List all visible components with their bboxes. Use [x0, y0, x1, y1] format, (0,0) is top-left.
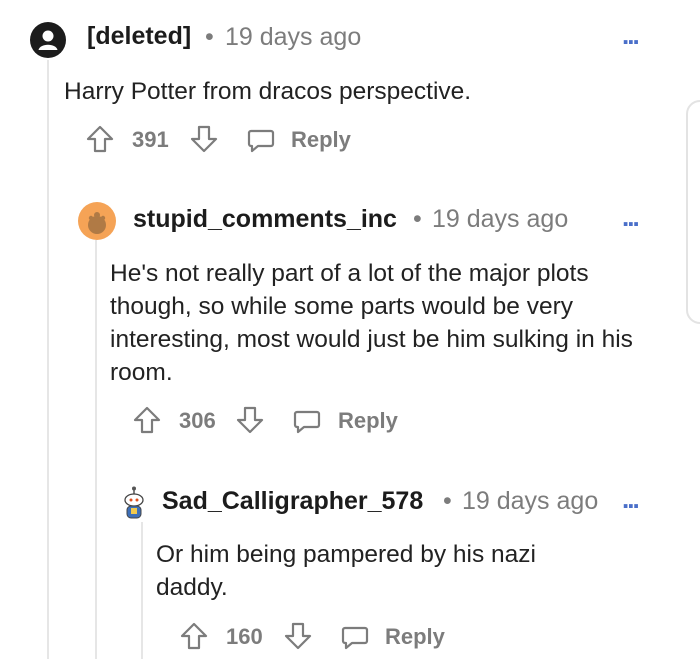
side-panel-edge: [686, 100, 700, 324]
comment-body: Harry Potter from dracos perspective.: [64, 78, 472, 105]
thread-line[interactable]: [95, 240, 97, 659]
meta-separator: •: [413, 205, 422, 233]
comment-body: He's not really part of a lot of the maj…: [110, 260, 633, 386]
snoo-avatar-icon[interactable]: [121, 486, 147, 522]
more-options-button[interactable]: ...: [622, 486, 640, 512]
comment-username[interactable]: stupid_comments_inc: [133, 205, 397, 234]
meta-separator: •: [443, 487, 452, 515]
meta-separator: •: [205, 23, 214, 51]
reply-bubble-icon[interactable]: [340, 622, 370, 652]
vote-count: 391: [132, 127, 169, 152]
upvote-icon[interactable]: [179, 621, 209, 651]
comment-timestamp[interactable]: 19 days ago: [462, 487, 598, 516]
reply-button[interactable]: Reply: [291, 127, 351, 153]
upvote-icon[interactable]: [132, 405, 162, 435]
downvote-icon[interactable]: [189, 124, 219, 154]
vote-count: 160: [226, 624, 263, 649]
reply-bubble-icon[interactable]: [292, 406, 322, 436]
vote-count: 306: [179, 408, 216, 433]
upvote-icon[interactable]: [85, 124, 115, 154]
thread-line[interactable]: [47, 60, 49, 659]
more-options-button[interactable]: ...: [622, 204, 640, 230]
comment-body: Or him being pampered by his nazi daddy.: [156, 541, 536, 601]
downvote-icon[interactable]: [235, 405, 265, 435]
reply-button[interactable]: Reply: [338, 408, 398, 434]
thread-line[interactable]: [141, 522, 143, 659]
comment-username[interactable]: [deleted]: [87, 22, 191, 51]
comment-timestamp[interactable]: 19 days ago: [225, 23, 361, 52]
reply-bubble-icon[interactable]: [246, 125, 276, 155]
reply-button[interactable]: Reply: [385, 624, 445, 650]
comment-timestamp[interactable]: 19 days ago: [432, 205, 568, 234]
more-options-button[interactable]: ...: [622, 22, 640, 48]
snoo-avatar-icon[interactable]: [78, 202, 116, 240]
comment-username[interactable]: Sad_Calligrapher_578: [162, 487, 423, 516]
downvote-icon[interactable]: [283, 621, 313, 651]
deleted-user-icon[interactable]: [30, 22, 66, 58]
